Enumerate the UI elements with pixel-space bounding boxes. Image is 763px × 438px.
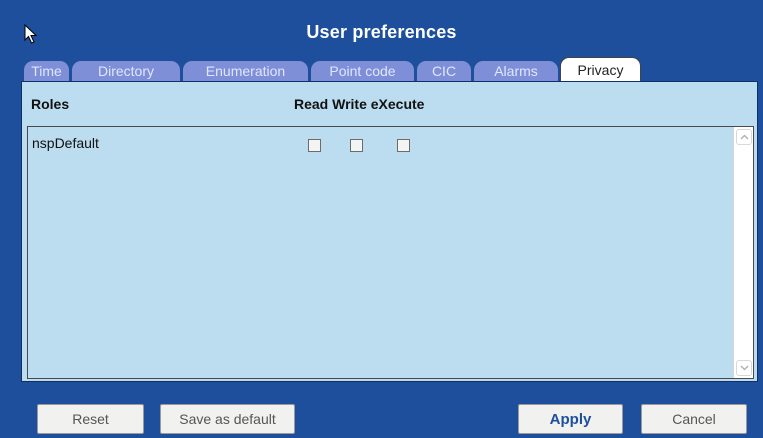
execute-checkbox[interactable] bbox=[397, 139, 410, 152]
chevron-up-icon bbox=[740, 134, 749, 140]
tab-directory[interactable]: Directory bbox=[72, 61, 180, 81]
user-preferences-window: User preferences Time Directory Enumerat… bbox=[0, 0, 763, 438]
permissions-column-header: Read Write eXecute bbox=[294, 96, 425, 112]
chevron-down-icon bbox=[740, 365, 749, 371]
apply-button[interactable]: Apply bbox=[518, 404, 623, 434]
tab-time[interactable]: Time bbox=[24, 61, 69, 81]
read-checkbox[interactable] bbox=[308, 139, 321, 152]
cancel-button[interactable]: Cancel bbox=[641, 404, 747, 434]
save-as-default-button[interactable]: Save as default bbox=[160, 404, 295, 434]
title-bar: User preferences bbox=[0, 0, 763, 48]
privacy-panel: Roles Read Write eXecute nspDefault bbox=[21, 81, 758, 382]
tab-alarms[interactable]: Alarms bbox=[474, 61, 558, 81]
scroll-down-button[interactable] bbox=[736, 360, 752, 376]
reset-button[interactable]: Reset bbox=[37, 404, 144, 434]
tab-cic[interactable]: CIC bbox=[417, 61, 471, 81]
roles-column-header: Roles bbox=[31, 96, 70, 112]
scroll-up-button[interactable] bbox=[736, 129, 752, 145]
roles-list: nspDefault bbox=[27, 126, 754, 379]
tab-point-code[interactable]: Point code bbox=[311, 61, 414, 81]
tab-privacy[interactable]: Privacy bbox=[560, 57, 641, 81]
vertical-scrollbar[interactable] bbox=[733, 127, 753, 378]
write-checkbox[interactable] bbox=[350, 139, 363, 152]
window-title: User preferences bbox=[306, 22, 457, 42]
role-name: nspDefault bbox=[32, 135, 99, 151]
tab-enumeration[interactable]: Enumeration bbox=[183, 61, 308, 81]
